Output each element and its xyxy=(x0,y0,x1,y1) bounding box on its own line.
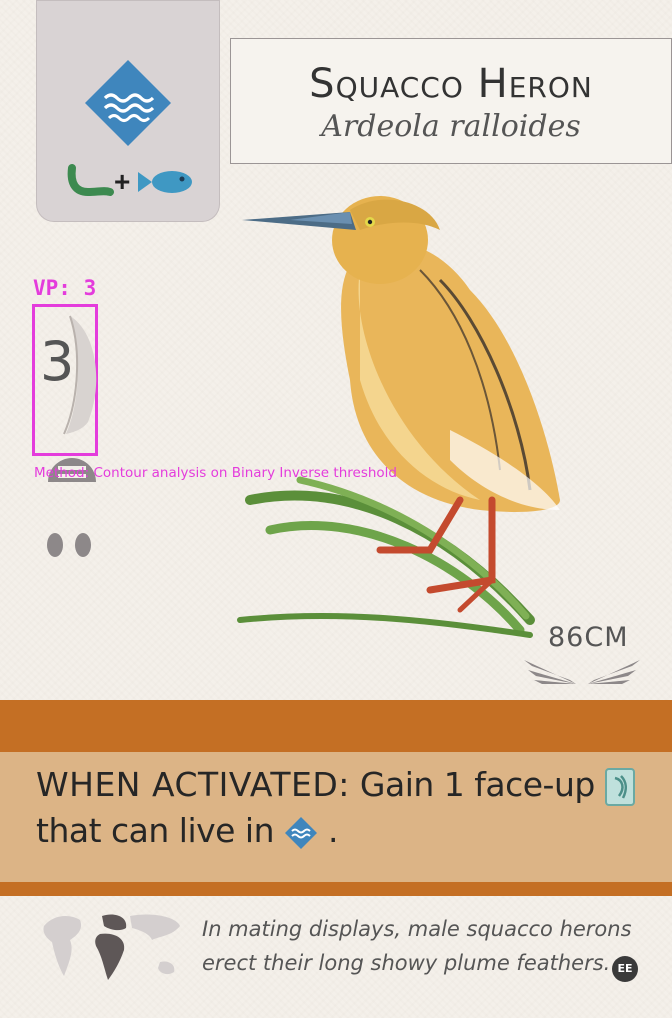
bird-card: + Squacco Heron Ardeola ralloides VP: 3 … xyxy=(0,0,672,1018)
egg-icon xyxy=(47,533,63,557)
name-banner: Squacco Heron Ardeola ralloides xyxy=(230,38,672,164)
wetland-icon xyxy=(85,60,171,146)
method-annotation: Method: Contour analysis on Binary Inver… xyxy=(34,465,397,481)
food-cost: + xyxy=(66,162,196,202)
egg-icon xyxy=(75,533,91,557)
bird-card-icon xyxy=(604,767,635,806)
power-text-middle: that can live in xyxy=(36,811,275,850)
habitat-food-panel: + xyxy=(36,0,220,222)
fish-icon xyxy=(138,171,192,193)
bird-illustration xyxy=(237,196,560,638)
wingspan-icon xyxy=(524,660,640,684)
bird-common-name: Squacco Heron xyxy=(309,61,593,107)
invertebrate-icon xyxy=(67,164,114,197)
power-text: WHEN ACTIVATED: Gain 1 face-up that can … xyxy=(36,762,646,854)
power-text-end: . xyxy=(328,811,339,850)
victory-points: 3 xyxy=(40,330,75,393)
wetland-icon xyxy=(285,816,318,849)
vp-annotation-label: VP: 3 xyxy=(33,276,97,300)
world-map-icon xyxy=(43,914,180,980)
power-heading: WHEN ACTIVATED: xyxy=(36,765,350,804)
expansion-badge: EE xyxy=(612,956,638,982)
power-text-before: Gain 1 face-up xyxy=(359,765,595,804)
flavor-text: In mating displays, male squacco herons … xyxy=(202,917,632,975)
wingspan-value: 86CM xyxy=(548,622,629,653)
food-separator: + xyxy=(114,166,131,197)
bird-latin-name: Ardeola ralloides xyxy=(321,109,581,144)
